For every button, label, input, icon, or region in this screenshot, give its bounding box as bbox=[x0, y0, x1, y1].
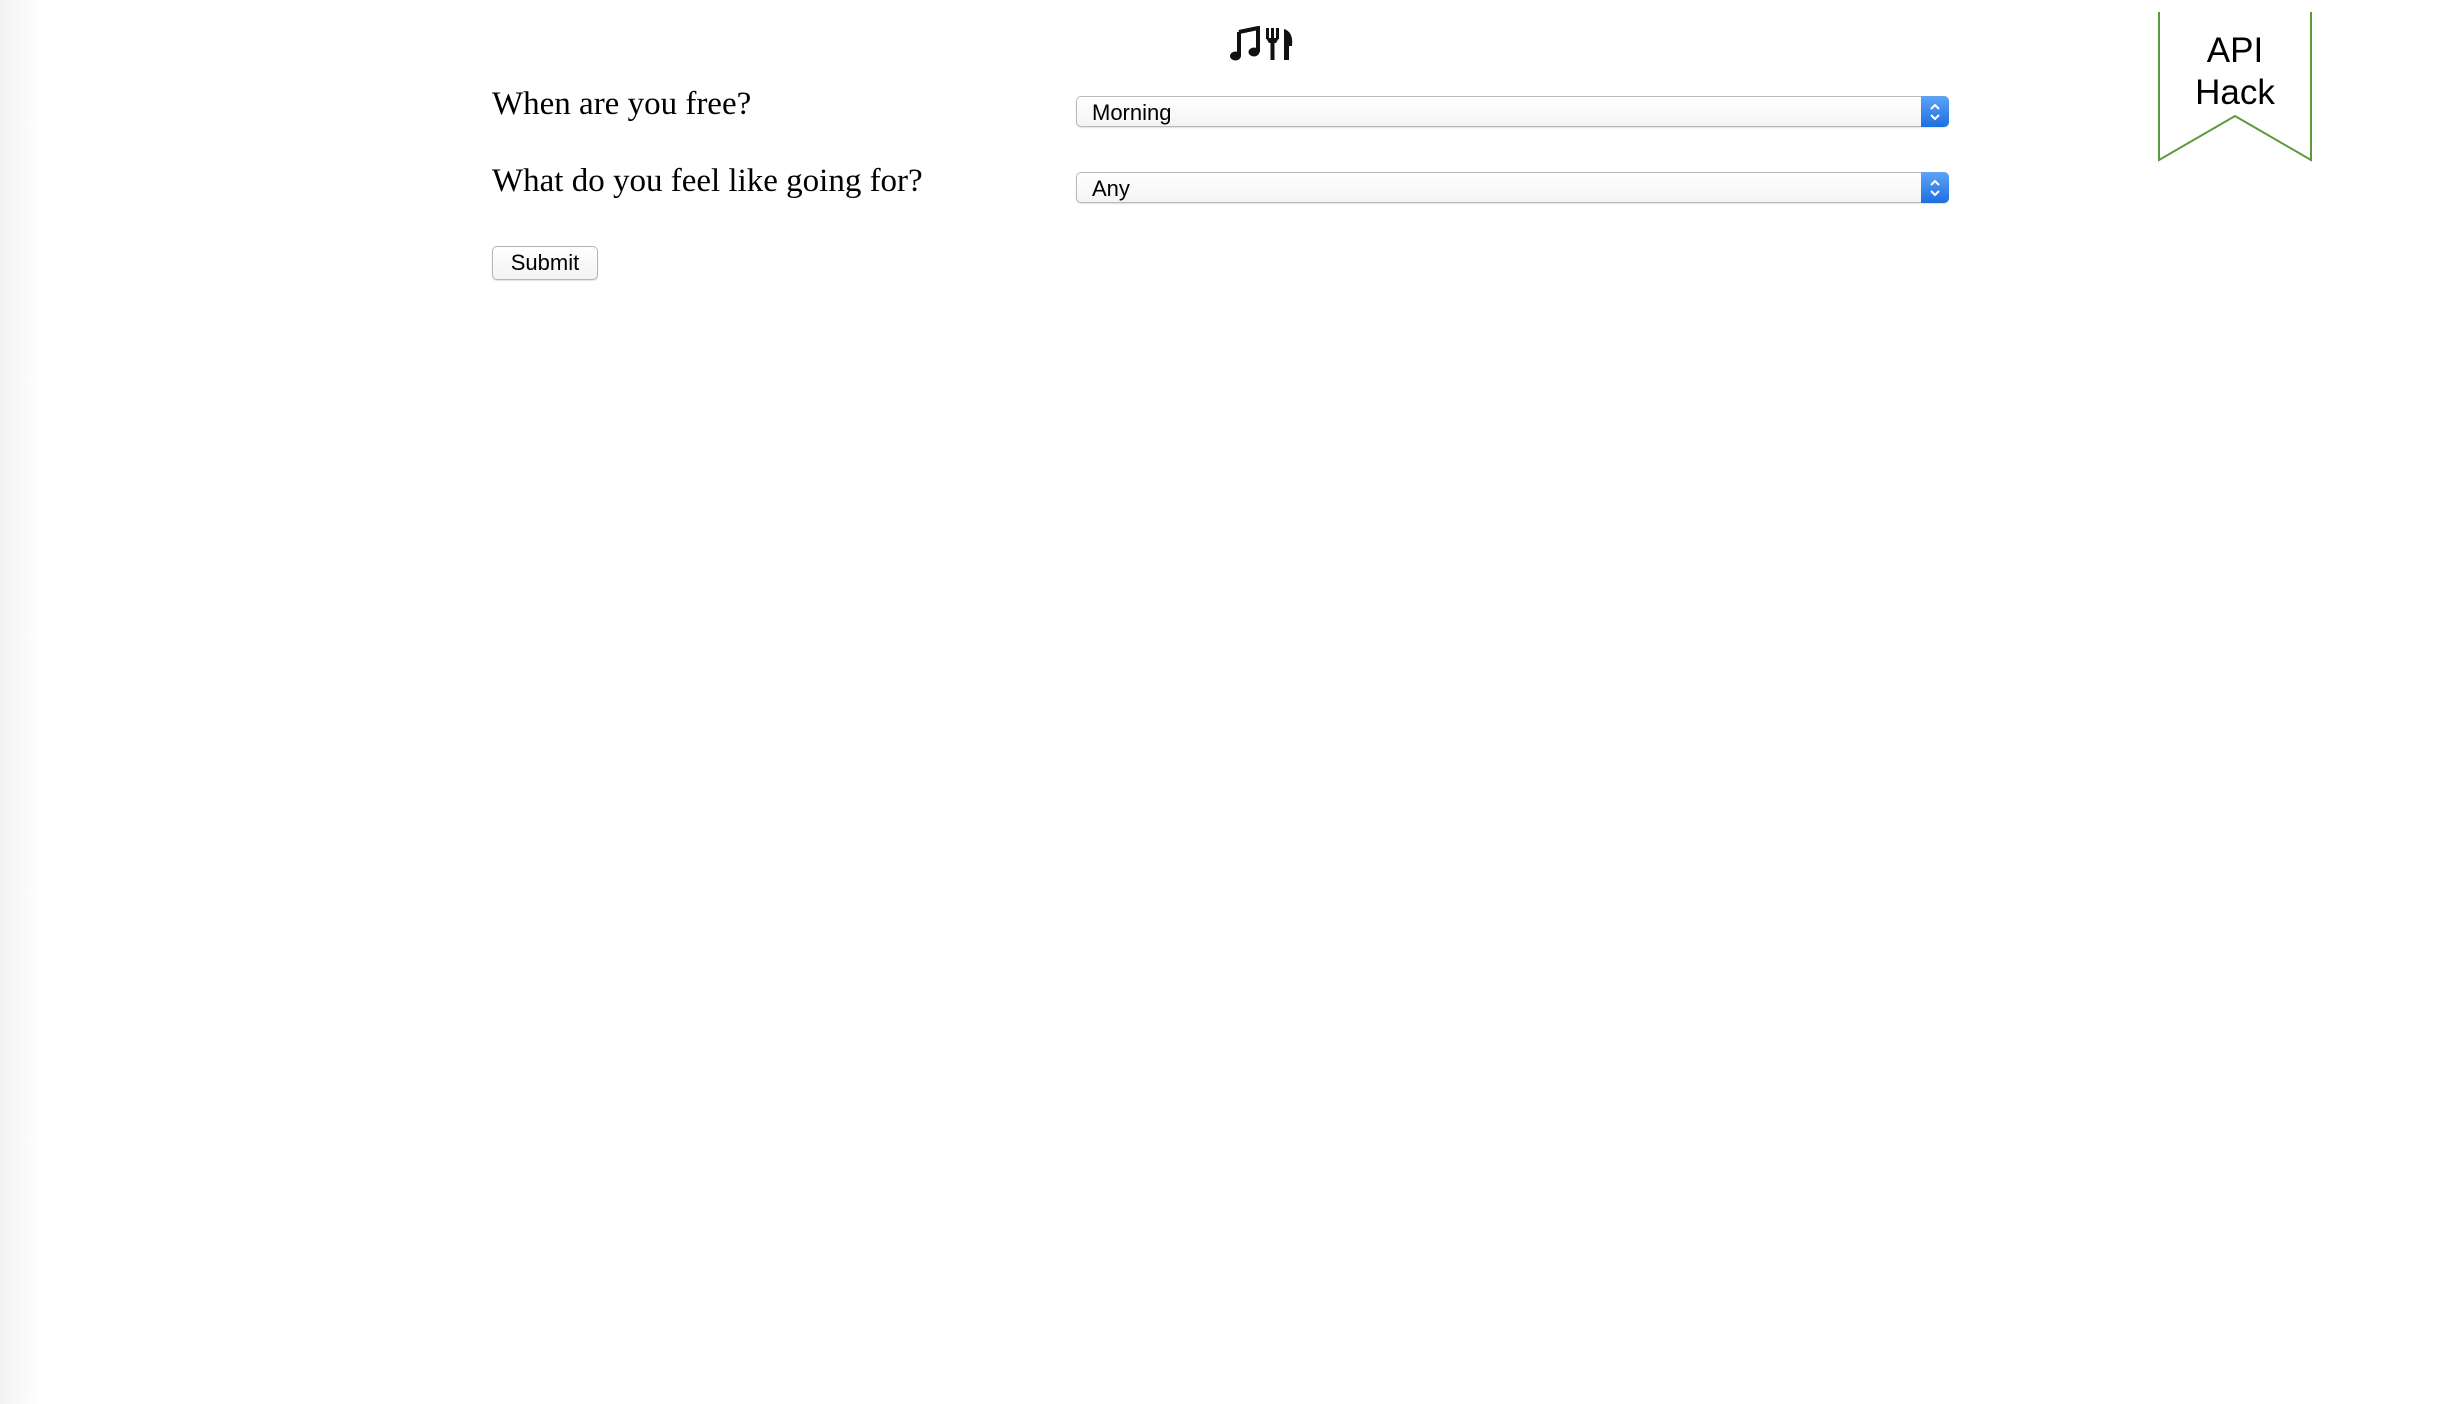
availability-select[interactable]: Morning bbox=[1076, 96, 1949, 127]
ribbon-line-2: Hack bbox=[2195, 73, 2275, 112]
music-note-icon bbox=[1230, 26, 1260, 62]
select-arrows-icon[interactable] bbox=[1921, 96, 1949, 127]
question-when-free: When are you free? bbox=[492, 86, 752, 122]
activity-select-value: Any bbox=[1092, 176, 1130, 201]
select-arrows-icon[interactable] bbox=[1921, 172, 1949, 203]
activity-select[interactable]: Any bbox=[1076, 172, 1949, 203]
header-icons bbox=[1230, 22, 1294, 66]
ribbon-line-1: API bbox=[2206, 31, 2264, 70]
fork-knife-icon bbox=[1264, 26, 1294, 62]
api-hack-ribbon[interactable]: API Hack bbox=[2158, 12, 2312, 162]
submit-button[interactable]: Submit bbox=[492, 246, 598, 280]
left-edge-shade bbox=[0, 0, 44, 1404]
availability-select-value: Morning bbox=[1092, 100, 1172, 125]
question-feel-like: What do you feel like going for? bbox=[492, 163, 923, 199]
